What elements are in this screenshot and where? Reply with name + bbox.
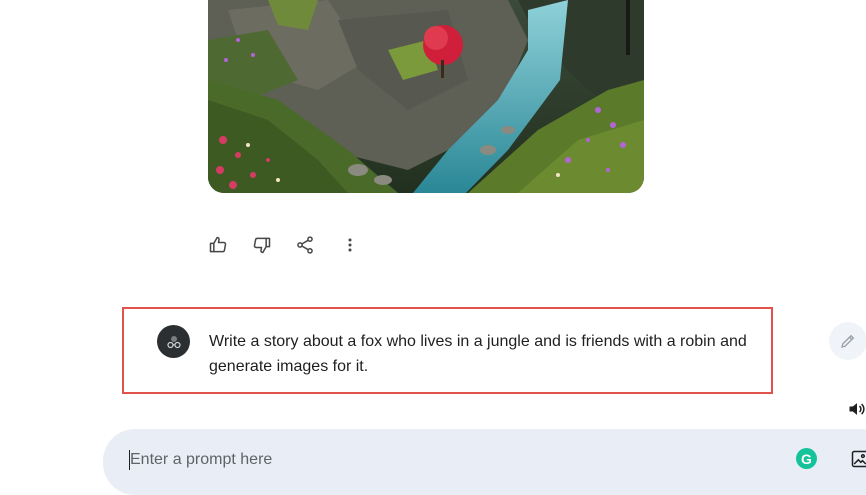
volume-icon: [847, 399, 866, 419]
prompt-input[interactable]: [130, 447, 770, 473]
prompt-input-bar: G: [103, 429, 866, 495]
more-options-button[interactable]: [337, 233, 363, 257]
landscape-illustration: [208, 0, 644, 193]
avatar: [157, 325, 190, 358]
thumbs-down-button[interactable]: [249, 233, 275, 257]
image-upload-icon[interactable]: [850, 449, 866, 469]
grammarly-icon[interactable]: G: [796, 448, 817, 469]
more-vert-icon: [340, 235, 360, 255]
thumbs-up-button[interactable]: [205, 233, 231, 257]
user-prompt-card: Write a story about a fox who lives in a…: [122, 307, 773, 394]
read-aloud-button[interactable]: [846, 398, 866, 420]
share-button[interactable]: [292, 233, 318, 257]
edit-prompt-button[interactable]: [829, 322, 866, 360]
user-prompt-text: Write a story about a fox who lives in a…: [209, 329, 769, 379]
share-icon: [295, 235, 315, 255]
pencil-icon: [839, 332, 857, 350]
grammarly-letter: G: [801, 451, 812, 467]
thumb-down-icon: [252, 235, 272, 255]
user-avatar-icon: [163, 331, 185, 353]
generated-image[interactable]: [208, 0, 644, 193]
thumb-up-icon: [208, 235, 228, 255]
